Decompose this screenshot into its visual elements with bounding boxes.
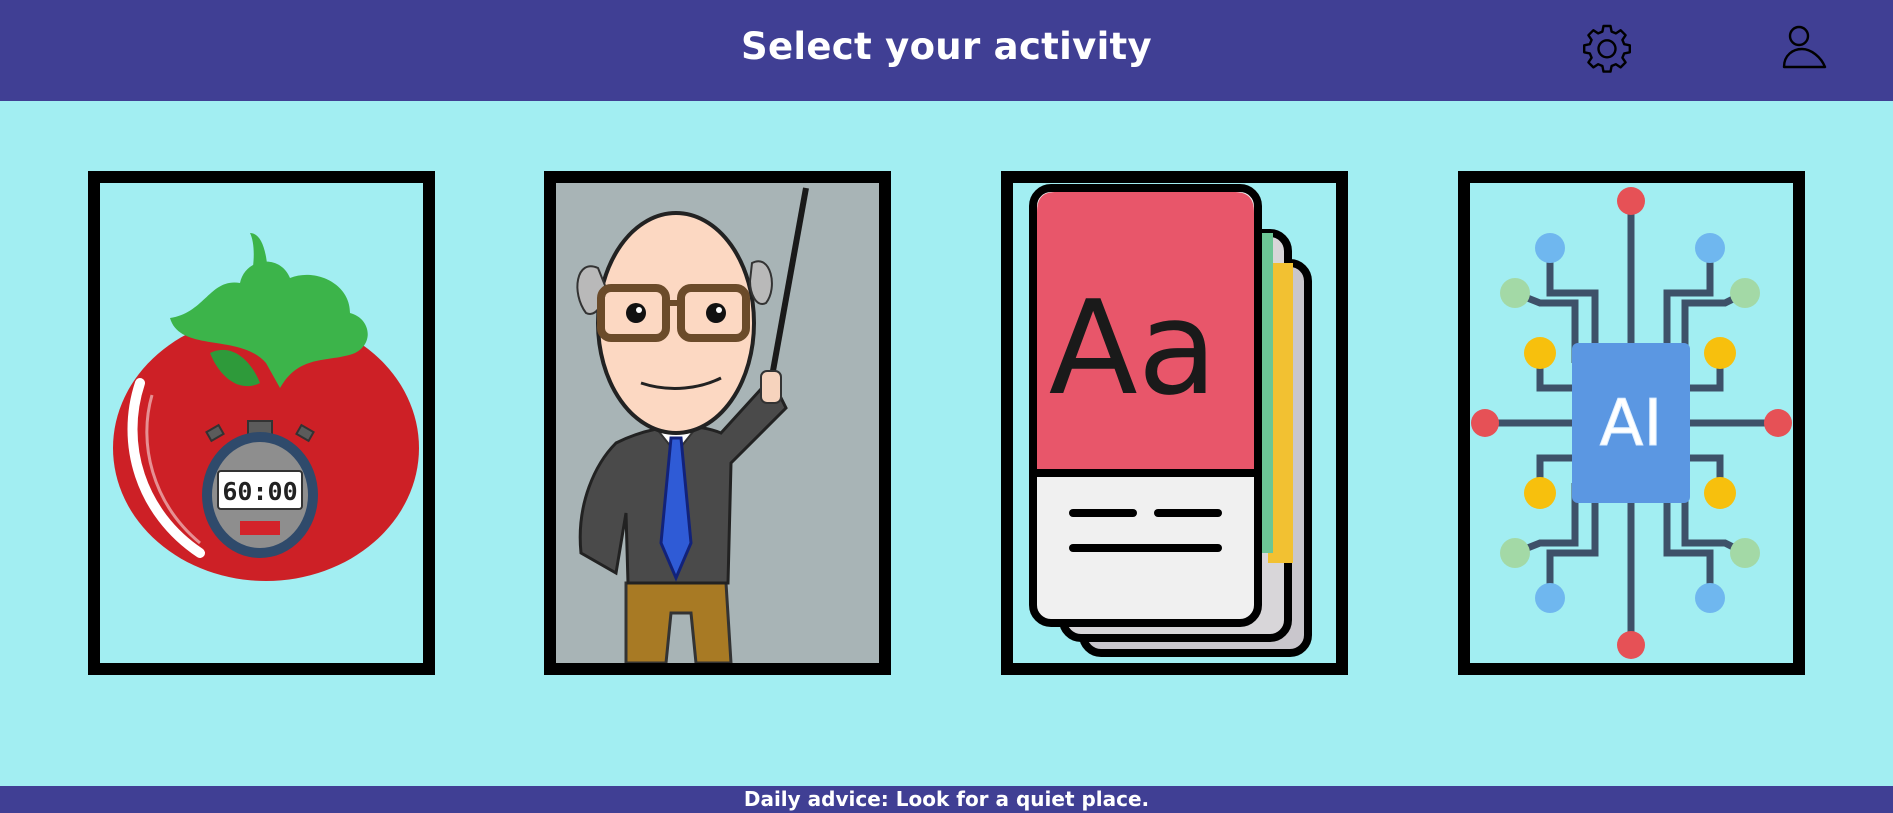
daily-advice-prefix: Daily advice:: [743, 787, 889, 811]
profile-button[interactable]: [1779, 23, 1831, 75]
pomodoro-timer-tomato-icon: 60:00: [113, 233, 419, 581]
activity-card-ai[interactable]: AI: [1458, 171, 1805, 675]
activity-card-vocabulary[interactable]: Aa: [1001, 171, 1348, 675]
activity-card-teacher[interactable]: [544, 171, 891, 675]
gear-icon: [1583, 24, 1631, 73]
chip-label: AI: [1600, 387, 1663, 461]
book-label: Aa: [1049, 272, 1218, 424]
activity-card-pomodoro[interactable]: 60:00: [88, 171, 435, 675]
teacher-with-pointer-icon: [576, 187, 809, 663]
daily-advice: Daily advice: Look for a quiet place.: [0, 786, 1893, 813]
settings-button[interactable]: [1581, 23, 1633, 75]
daily-advice-text: Look for a quiet place.: [895, 787, 1150, 811]
timer-display: 60:00: [222, 477, 297, 506]
ai-circuit-icon: AI: [1471, 187, 1792, 659]
dictionary-book-icon: Aa: [1029, 184, 1312, 657]
user-icon: [1782, 25, 1827, 69]
